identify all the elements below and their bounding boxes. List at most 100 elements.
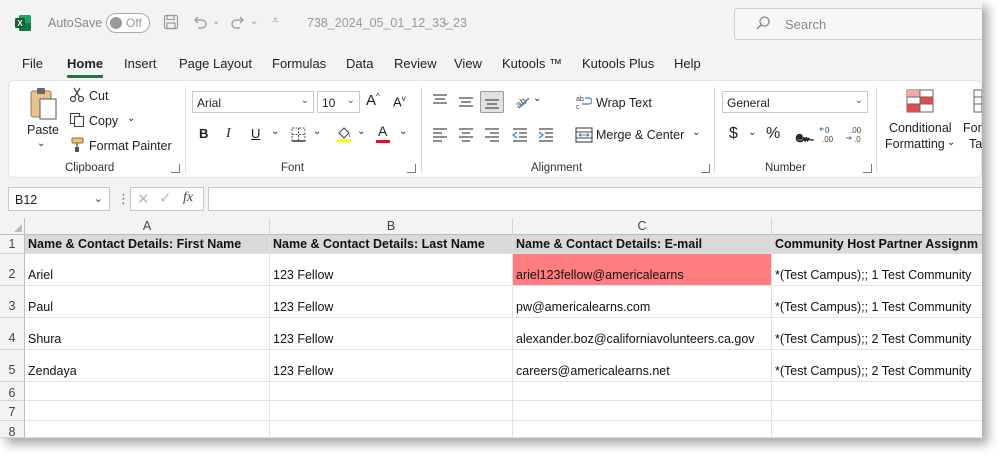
empty-cell[interactable]: [772, 421, 982, 438]
row-header[interactable]: 8: [0, 421, 25, 438]
name-box[interactable]: B12 ⌄: [8, 187, 110, 211]
table-header-cell[interactable]: Name & Contact Details: First Name: [25, 235, 270, 254]
italic-button[interactable]: I: [226, 126, 231, 142]
tab-review[interactable]: Review: [394, 56, 437, 71]
cut-button[interactable]: Cut: [89, 89, 108, 103]
conditional-formatting-button[interactable]: Conditional: [889, 121, 952, 135]
alignment-launcher-icon[interactable]: [701, 164, 710, 173]
borders-icon[interactable]: [291, 127, 306, 142]
font-color-dropdown-icon[interactable]: ⌄: [399, 126, 407, 137]
formula-input[interactable]: [208, 187, 982, 211]
font-color-button[interactable]: A: [378, 123, 387, 139]
empty-cell[interactable]: [513, 401, 772, 421]
font-name-dropdown[interactable]: Arial ⌄: [192, 91, 314, 113]
empty-cell[interactable]: [513, 421, 772, 438]
underline-button[interactable]: U: [251, 126, 260, 141]
copy-dropdown-icon[interactable]: ⌄: [127, 113, 135, 124]
more-options-icon[interactable]: ⋮: [117, 191, 130, 207]
cut-icon[interactable]: [69, 87, 85, 103]
tab-view[interactable]: View: [454, 56, 482, 71]
decrease-indent-icon[interactable]: [512, 128, 528, 142]
increase-indent-icon[interactable]: [538, 128, 554, 142]
paste-dropdown-icon[interactable]: ⌄: [37, 138, 45, 149]
increase-decimal-icon[interactable]: 0 .00: [819, 124, 839, 144]
paste-button[interactable]: Paste: [27, 123, 59, 137]
conditional-formatting-label-2[interactable]: Formatting: [885, 137, 945, 151]
table-cell[interactable]: *(Test Campus);; 1 Test Community: [772, 286, 982, 318]
align-middle-icon[interactable]: [458, 95, 474, 109]
select-all-corner[interactable]: [0, 218, 25, 235]
table-cell[interactable]: 123 Fellow: [270, 286, 513, 318]
format-painter-icon[interactable]: [69, 137, 85, 153]
autosave-toggle[interactable]: Off: [106, 13, 150, 33]
customize-qat-icon[interactable]: ⩡: [272, 13, 279, 28]
tab-home[interactable]: Home: [67, 56, 104, 78]
row-header[interactable]: 2: [0, 254, 25, 286]
row-header[interactable]: 4: [0, 318, 25, 350]
column-header-a[interactable]: A: [25, 218, 270, 235]
undo-dropdown-icon[interactable]: ⌄: [212, 16, 220, 27]
table-header-cell[interactable]: Name & Contact Details: Last Name: [270, 235, 513, 254]
comma-style-button[interactable]: ๛: [795, 125, 814, 150]
table-cell[interactable]: 123 Fellow: [270, 254, 513, 286]
table-cell[interactable]: Paul: [25, 286, 270, 318]
highlighted-email-cell[interactable]: ariel123fellow@americalearns: [513, 254, 772, 286]
table-cell[interactable]: *(Test Campus);; 2 Test Community: [772, 318, 982, 350]
insert-function-icon[interactable]: fx: [183, 190, 193, 206]
empty-cell[interactable]: [270, 421, 513, 438]
percent-button[interactable]: %: [766, 125, 780, 143]
tab-file[interactable]: File: [22, 56, 43, 71]
table-cell[interactable]: Ariel: [25, 254, 270, 286]
decrease-decimal-icon[interactable]: .00 .0: [845, 124, 865, 144]
redo-dropdown-icon[interactable]: ⌄: [250, 16, 258, 27]
tab-data[interactable]: Data: [346, 56, 373, 71]
currency-dropdown-icon[interactable]: ⌄: [748, 127, 756, 138]
table-cell[interactable]: 123 Fellow: [270, 318, 513, 350]
align-bottom-button[interactable]: [480, 91, 504, 113]
empty-cell[interactable]: [25, 421, 270, 438]
empty-cell[interactable]: [25, 401, 270, 421]
search-box[interactable]: Search: [734, 8, 982, 40]
wrap-text-icon[interactable]: ab c: [576, 94, 592, 110]
column-header-d[interactable]: [772, 218, 982, 235]
table-cell[interactable]: Zendaya: [25, 350, 270, 382]
font-launcher-icon[interactable]: [407, 164, 416, 173]
row-header[interactable]: 7: [0, 401, 25, 421]
merge-center-button[interactable]: Merge & Center: [596, 128, 684, 142]
merge-center-icon[interactable]: [575, 127, 593, 143]
align-top-icon[interactable]: [432, 93, 448, 107]
format-painter-button[interactable]: Format Painter: [89, 139, 172, 153]
table-cell[interactable]: 123 Fellow: [270, 350, 513, 382]
empty-cell[interactable]: [772, 401, 982, 421]
align-center-icon[interactable]: [458, 128, 474, 142]
format-as-table-label-2[interactable]: Ta: [969, 137, 982, 151]
fill-color-dropdown-icon[interactable]: ⌄: [357, 126, 365, 137]
merge-dropdown-icon[interactable]: ⌄: [692, 127, 700, 138]
align-right-icon[interactable]: [484, 128, 500, 142]
empty-cell[interactable]: [270, 382, 513, 401]
table-header-cell[interactable]: Name & Contact Details: E-mail: [513, 235, 772, 254]
number-launcher-icon[interactable]: [863, 164, 872, 173]
row-header[interactable]: 5: [0, 350, 25, 382]
tab-kutools-plus[interactable]: Kutools Plus: [582, 56, 654, 71]
table-cell[interactable]: pw@americalearns.com: [513, 286, 772, 318]
fill-color-icon[interactable]: [335, 125, 353, 143]
conditional-dropdown-icon[interactable]: ⌄: [947, 137, 955, 148]
tab-page-layout[interactable]: Page Layout: [179, 56, 252, 71]
save-icon[interactable]: [163, 14, 179, 30]
empty-cell[interactable]: [25, 382, 270, 401]
table-cell[interactable]: Shura: [25, 318, 270, 350]
underline-dropdown-icon[interactable]: ⌄: [271, 126, 279, 137]
tab-help[interactable]: Help: [674, 56, 701, 71]
copy-icon[interactable]: [69, 112, 85, 128]
filename-chevron-icon[interactable]: ⌄: [442, 15, 451, 28]
tab-kutools[interactable]: Kutools ™: [502, 56, 562, 71]
wrap-text-button[interactable]: Wrap Text: [596, 96, 652, 110]
column-header-c[interactable]: C: [513, 218, 772, 235]
row-header[interactable]: 6: [0, 382, 25, 401]
conditional-formatting-icon[interactable]: [906, 89, 934, 113]
font-size-dropdown[interactable]: 10 ⌄: [317, 91, 360, 113]
orientation-icon[interactable]: ab: [513, 93, 531, 109]
orientation-dropdown-icon[interactable]: ⌄: [533, 93, 541, 104]
paste-icon[interactable]: [27, 87, 59, 121]
